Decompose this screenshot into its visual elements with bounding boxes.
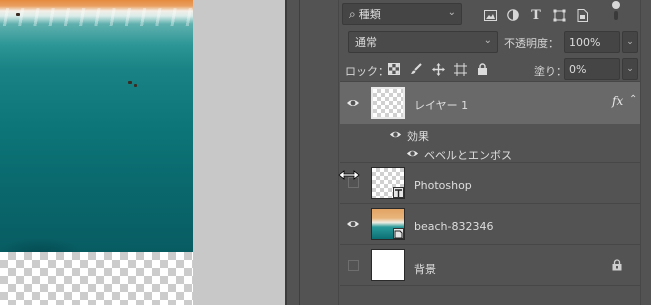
opacity-value: 100% [569,35,601,49]
lock-artboard-icon[interactable] [452,61,468,77]
lock-icon [612,259,622,274]
effects-label: 効果 [407,130,429,143]
layer-row-layer1[interactable]: レイヤー 1 fx [340,82,640,124]
adjustment-layer-filter-icon[interactable] [505,7,521,23]
swimmer [134,84,137,87]
separator [340,285,640,286]
type-layer-filter-icon[interactable]: T [528,7,544,23]
lock-row: ロック： 塗り： 0% ⌄ [342,58,642,80]
lock-transparent-pixels-icon[interactable] [386,61,402,77]
blend-mode-label: 通常 [355,36,377,49]
blend-row: 通常 ⌄ 不透明度： 100% ⌄ [342,30,642,54]
eye-icon[interactable] [346,217,360,231]
lock-all-icon[interactable] [474,61,490,77]
fill-field[interactable]: 0% [564,58,620,80]
transparent-area [0,252,193,305]
layer-row-beach[interactable]: beach-832346 [340,204,640,244]
chevron-down-icon: ⌄ [447,7,456,18]
blend-mode-dropdown[interactable]: 通常 ⌄ [348,31,498,53]
beach-photo [0,0,193,252]
filter-kind-dropdown[interactable]: ⌕ 種類 ⌄ [342,3,462,25]
layer-name: Photoshop [414,179,472,192]
document-canvas[interactable] [0,0,285,305]
chevron-up-icon: ⌃ [629,94,638,105]
bevel-emboss-eye-icon[interactable] [406,147,420,161]
panel-scrollbar[interactable] [640,0,651,305]
eye-icon[interactable] [346,96,360,110]
layer-expand-toggle[interactable]: ⌃ [627,82,640,124]
fx-icon[interactable]: fx [612,94,623,108]
layer-thumbnail [371,249,405,281]
layer-filter-row: ⌕ 種類 ⌄ T [342,1,642,27]
type-layer-badge-icon [393,187,404,198]
panel-gutter [287,0,299,305]
opacity-field[interactable]: 100% [564,31,620,53]
opacity-label: 不透明度： [504,37,559,50]
filter-toggle-switch[interactable] [608,1,624,20]
shape-layer-filter-icon[interactable] [551,7,567,23]
lock-image-pixels-icon[interactable] [408,61,424,77]
layer-thumbnail [371,87,405,119]
effects-eye-icon[interactable] [389,128,403,142]
fill-value: 0% [569,62,587,76]
layer-name: 背景 [414,263,436,276]
swimmer [16,13,20,16]
panel-left-strip [300,0,339,305]
fill-slider-button[interactable]: ⌄ [622,58,638,80]
layer-row-background[interactable]: 背景 [340,245,640,285]
chevron-down-icon: ⌄ [483,35,492,46]
visibility-toggle[interactable] [348,260,359,271]
swimmer [128,81,132,84]
pixel-layer-filter-icon[interactable] [482,7,498,23]
smart-object-badge-icon [393,228,404,239]
lock-position-icon[interactable] [430,61,446,77]
smart-object-filter-icon[interactable] [574,7,590,23]
layer-name: レイヤー 1 [414,99,469,112]
lock-label: ロック： [345,65,389,78]
layer-row-photoshop[interactable]: Photoshop [340,163,640,203]
resize-cursor-icon [338,170,360,180]
opacity-slider-button[interactable]: ⌄ [622,31,638,53]
layer-effects-group: 効果 ベベルとエンボス [340,124,640,162]
search-icon: ⌕ [349,6,356,21]
effect-bevel-emboss[interactable]: ベベルとエンボス [424,147,512,163]
filter-kind-label: 種類 [358,8,381,21]
fill-label: 塗り： [534,65,567,78]
layer-name: beach-832346 [414,220,494,233]
